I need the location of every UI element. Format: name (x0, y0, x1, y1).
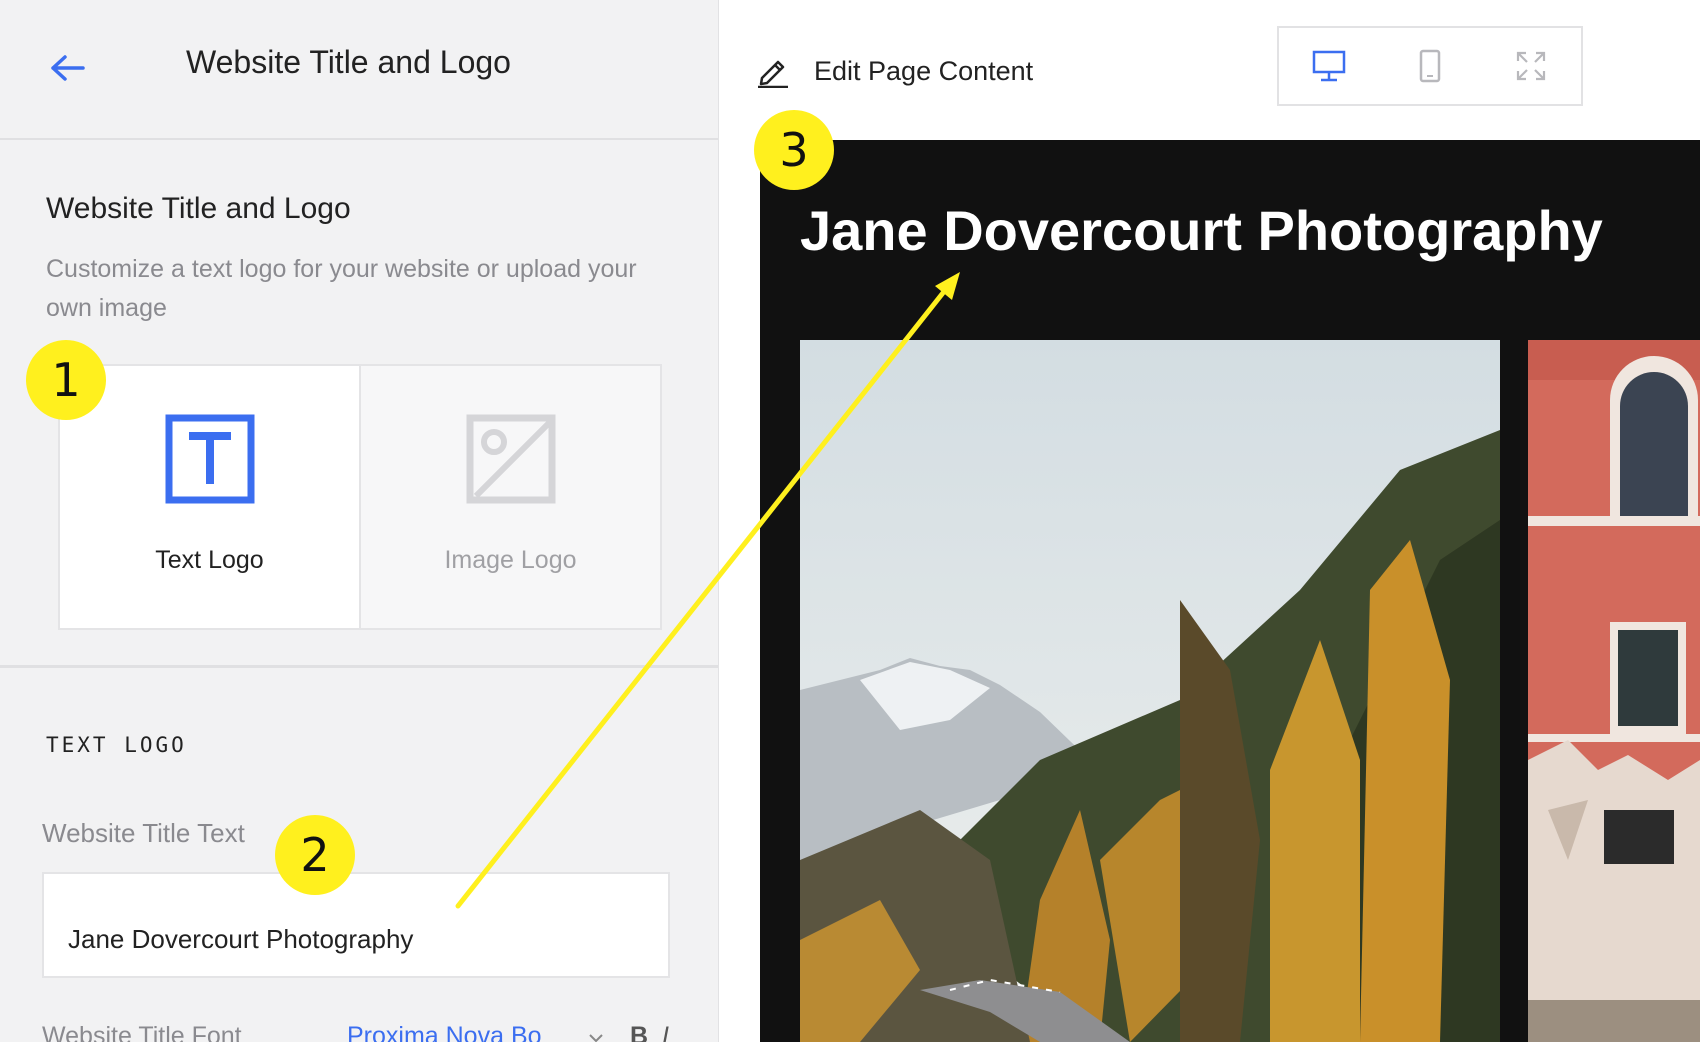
desktop-view-button[interactable] (1279, 28, 1380, 104)
image-logo-icon (466, 414, 555, 504)
preview-site-title[interactable]: Jane Dovercourt Photography (800, 198, 1603, 263)
section-title: Website Title and Logo (46, 192, 351, 225)
image-logo-label: Image Logo (444, 546, 577, 574)
mobile-view-button[interactable] (1380, 28, 1481, 104)
website-title-input[interactable] (42, 872, 670, 978)
title-font-select[interactable]: Proxima Nova Bo (347, 1022, 542, 1042)
title-field-label: Website Title Text (42, 818, 245, 848)
title-font-label: Website Title Font (42, 1022, 242, 1042)
italic-toggle[interactable]: I (662, 1022, 669, 1042)
page-title: Website Title and Logo (186, 44, 511, 80)
red-building-photo (1528, 340, 1700, 1042)
bold-toggle[interactable]: B (630, 1022, 648, 1042)
text-logo-heading: TEXT LOGO (46, 733, 187, 757)
back-button[interactable] (46, 46, 90, 90)
text-logo-label: Text Logo (155, 546, 264, 574)
pencil-icon[interactable] (756, 54, 790, 88)
site-preview: Jane Dovercourt Photography (760, 140, 1700, 1042)
annotation-badge-3: 3 (754, 110, 834, 190)
panel-header: Website Title and Logo (0, 0, 718, 140)
chevron-down-icon[interactable] (588, 1030, 604, 1042)
logo-type-selector: Text Logo Image Logo (58, 364, 662, 630)
annotation-badge-1: 1 (26, 340, 106, 420)
image-logo-option[interactable]: Image Logo (359, 366, 660, 628)
fullscreen-button[interactable] (1480, 28, 1581, 104)
mobile-icon (1419, 49, 1441, 83)
fullscreen-icon (1516, 51, 1545, 81)
desktop-icon (1313, 50, 1346, 82)
title-font-row: Website Title Font Proxima Nova Bo B I (42, 1022, 682, 1042)
device-preview-toggle (1277, 26, 1583, 106)
arrow-left-icon (51, 55, 85, 81)
text-logo-icon (165, 414, 254, 504)
edit-page-content-button[interactable]: Edit Page Content (814, 56, 1033, 87)
settings-panel: Website Title and Logo Website Title and… (0, 0, 719, 1042)
section-divider (0, 665, 718, 668)
section-description: Customize a text logo for your website o… (46, 255, 637, 322)
text-logo-option[interactable]: Text Logo (60, 366, 359, 628)
annotation-badge-2: 2 (275, 815, 355, 895)
mountain-road-photo (800, 340, 1500, 1042)
